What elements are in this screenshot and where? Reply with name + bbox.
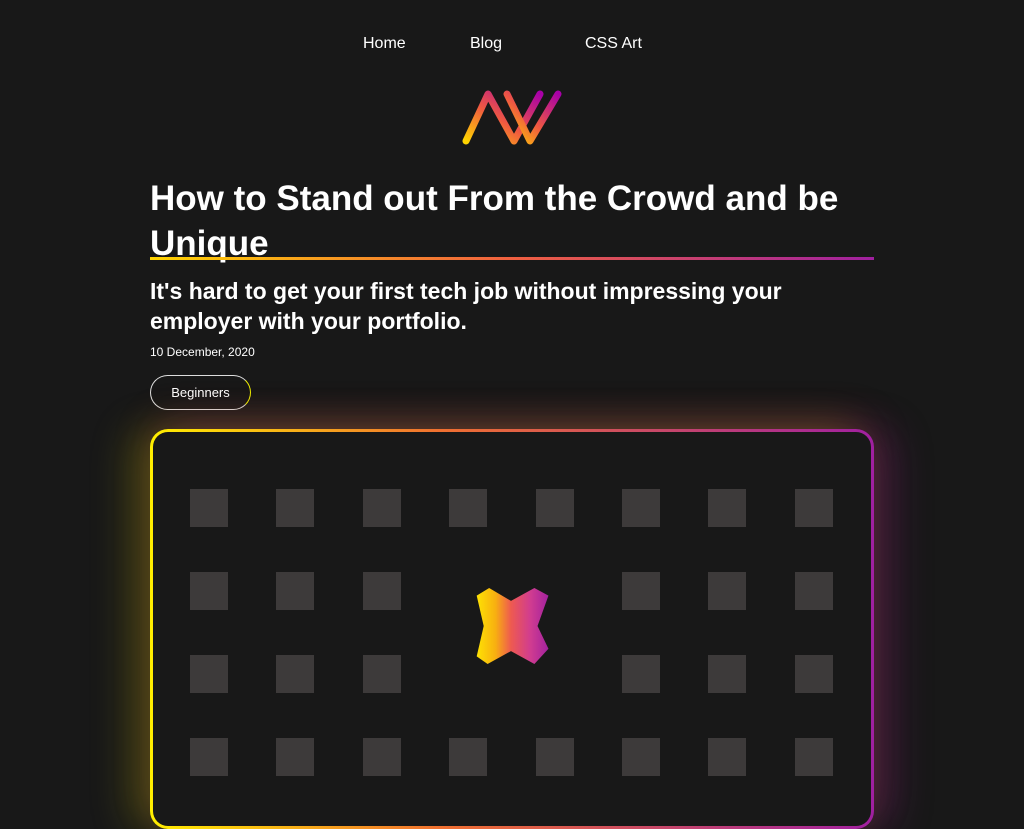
article-subtitle: It's hard to get your first tech job wit…: [150, 278, 782, 334]
grid-tile: [794, 738, 833, 776]
grid-tile: [708, 738, 747, 776]
grid-tile: [276, 655, 315, 693]
grid-tile: [362, 655, 401, 693]
grid-tile: [449, 489, 488, 527]
grid-tile: [362, 738, 401, 776]
nav-css-art[interactable]: CSS Art: [585, 35, 642, 53]
grid-tile: [190, 738, 228, 776]
nav-blog[interactable]: Blog: [470, 35, 502, 53]
site-logo[interactable]: [455, 85, 570, 150]
grid-tile: [708, 489, 747, 527]
grid-tile: [362, 489, 401, 527]
article-title: How to Stand out From the Crowd and be U…: [150, 179, 839, 263]
tag-button[interactable]: Beginners: [150, 375, 251, 410]
grid-tile: [622, 489, 660, 527]
grid-tile: [708, 572, 747, 610]
grid-tile: [794, 655, 833, 693]
title-underline: [150, 257, 874, 260]
grid-tile: [276, 489, 315, 527]
grid-tile: [276, 738, 315, 776]
grid-tile: [622, 572, 660, 610]
grid-tile: [794, 572, 833, 610]
grid-tile: [535, 489, 574, 527]
grid-tile: [190, 572, 228, 610]
grid-tile: [190, 489, 228, 527]
grid-tile: [622, 655, 660, 693]
grid-tile: [276, 572, 315, 610]
grid-tile: [362, 572, 401, 610]
grid-tile: [535, 738, 574, 776]
nav-home[interactable]: Home: [363, 35, 406, 53]
grid-tile: [449, 738, 488, 776]
grid-tile: [622, 738, 660, 776]
article-date: 10 December, 2020: [150, 345, 255, 359]
grid-tile: [794, 489, 833, 527]
main-nav: Home Blog CSS Art: [0, 35, 1024, 55]
grid-tile: [708, 655, 747, 693]
grid-tile: [190, 655, 228, 693]
